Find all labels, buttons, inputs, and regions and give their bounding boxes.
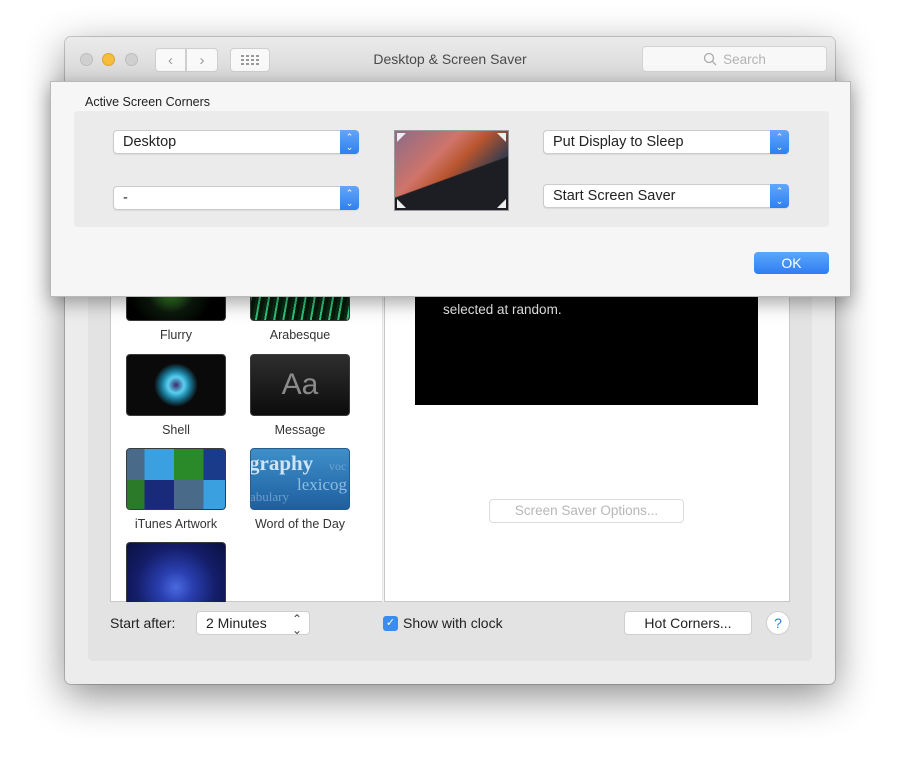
word-of-the-day-thumbnail: graphy voc lexicog abulary bbox=[250, 448, 350, 510]
corner-marker-icon bbox=[497, 133, 506, 142]
start-after-value: 2 Minutes bbox=[206, 615, 267, 631]
help-button[interactable]: ? bbox=[766, 611, 790, 635]
corner-marker-icon bbox=[397, 199, 406, 208]
search-placeholder: Search bbox=[723, 51, 766, 67]
saver-label: Shell bbox=[162, 423, 190, 437]
thumb-word: lexicog bbox=[297, 475, 348, 494]
chevron-updown-icon: ⌃ ⌄ bbox=[770, 130, 789, 154]
thumb-word: graphy bbox=[250, 451, 314, 475]
top-left-corner-value: Desktop bbox=[123, 134, 177, 150]
titlebar: ‹ › Desktop & Screen Saver Search bbox=[65, 37, 835, 83]
show-with-clock-label: Show with clock bbox=[403, 615, 503, 631]
checkmark-icon[interactable]: ✓ bbox=[383, 615, 398, 631]
screen-saver-list: Flurry Arabesque Shell Aa Message iTunes… bbox=[110, 273, 382, 602]
corners-box: Desktop ⌃ ⌄ - ⌃ ⌄ Put Display to Sleep ⌃ ⌄ … bbox=[74, 111, 829, 227]
corner-marker-icon bbox=[497, 199, 506, 208]
desktop-preview-image bbox=[394, 130, 509, 211]
hot-corners-button[interactable]: Hot Corners... bbox=[624, 611, 752, 635]
thumb-word: voc bbox=[329, 459, 347, 473]
itunes-artwork-thumbnail bbox=[126, 448, 226, 510]
chevron-updown-icon: ⌃ ⌄ bbox=[340, 130, 359, 154]
chevron-updown-icon: ⌃ ⌄ bbox=[291, 612, 302, 637]
saver-item-shell[interactable]: Shell bbox=[126, 354, 226, 437]
start-after-label: Start after: bbox=[110, 615, 176, 631]
random-thumbnail bbox=[126, 542, 226, 602]
search-icon bbox=[703, 52, 717, 66]
shell-thumbnail bbox=[126, 354, 226, 416]
sheet-title: Active Screen Corners bbox=[85, 95, 211, 109]
start-after-select[interactable]: 2 Minutes ⌃ ⌄ bbox=[196, 611, 310, 637]
bottom-right-corner-popup[interactable]: Start Screen Saver ⌃ ⌄ bbox=[543, 184, 789, 208]
screen-saver-options-button[interactable]: Screen Saver Options... bbox=[489, 499, 684, 523]
top-right-corner-value: Put Display to Sleep bbox=[553, 134, 684, 150]
thumb-word: abulary bbox=[250, 489, 289, 504]
top-left-corner-popup[interactable]: Desktop ⌃ ⌄ bbox=[113, 130, 359, 154]
saver-label: Arabesque bbox=[269, 328, 331, 342]
bottom-right-corner-value: Start Screen Saver bbox=[553, 188, 676, 204]
saver-label: iTunes Artwork bbox=[134, 517, 218, 531]
saver-label: Word of the Day bbox=[254, 517, 346, 531]
message-thumb-text: Aa bbox=[281, 368, 319, 401]
corner-marker-icon bbox=[397, 133, 406, 142]
chevron-updown-icon: ⌃ ⌄ bbox=[770, 184, 789, 208]
saver-item-random[interactable] bbox=[126, 542, 226, 602]
preview-panel: selected at random. Screen Saver Options… bbox=[384, 282, 790, 602]
search-field[interactable]: Search bbox=[642, 46, 827, 72]
bottom-left-corner-value: - bbox=[123, 190, 128, 206]
bottom-left-corner-popup[interactable]: - ⌃ ⌄ bbox=[113, 186, 359, 210]
show-with-clock-checkbox[interactable]: ✓ Show with clock bbox=[383, 615, 503, 631]
saver-label: Message bbox=[274, 423, 326, 437]
saver-label: Flurry bbox=[160, 328, 192, 342]
chevron-updown-icon: ⌃ ⌄ bbox=[340, 186, 359, 210]
ok-button[interactable]: OK bbox=[754, 252, 829, 274]
active-screen-corners-sheet: Active Screen Corners Desktop ⌃ ⌄ - ⌃ ⌄ Pu… bbox=[50, 81, 851, 297]
preview-text: selected at random. bbox=[443, 302, 562, 317]
saver-item-message[interactable]: Aa Message bbox=[250, 354, 350, 437]
message-thumbnail: Aa bbox=[250, 354, 350, 416]
preview-screen: selected at random. bbox=[415, 283, 758, 405]
saver-item-word-of-the-day[interactable]: graphy voc lexicog abulary Word of the D… bbox=[250, 448, 350, 531]
saver-item-itunes-artwork[interactable]: iTunes Artwork bbox=[126, 448, 226, 531]
top-right-corner-popup[interactable]: Put Display to Sleep ⌃ ⌄ bbox=[543, 130, 789, 154]
